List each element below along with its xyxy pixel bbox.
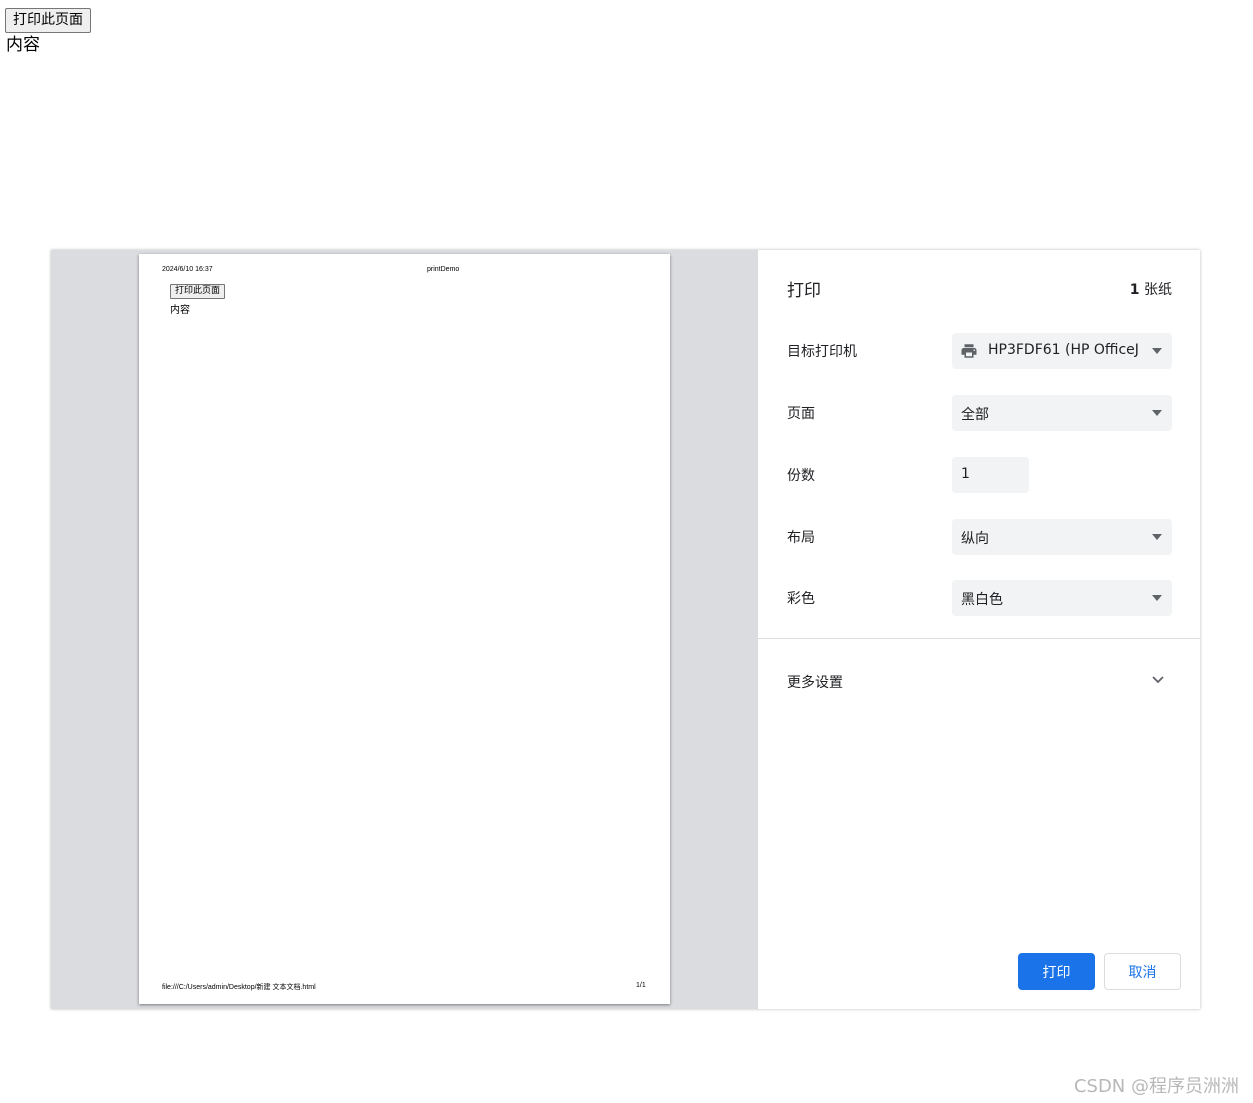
copies-label: 份数 [787, 468, 815, 484]
pages-label: 页面 [787, 406, 815, 422]
pages-select[interactable]: 全部 [952, 395, 1172, 431]
pages-value: 全部 [961, 407, 989, 423]
preview-footer-page: 1/1 [636, 982, 646, 989]
settings-title: 打印 [787, 281, 821, 301]
sheet-count-unit: 张纸 [1139, 282, 1172, 298]
dropdown-caret-icon [1152, 534, 1162, 540]
dropdown-caret-icon [1152, 595, 1162, 601]
print-button[interactable]: 打印 [1018, 953, 1095, 990]
watermark: CSDN @程序员洲洲 [1073, 1076, 1239, 1097]
layout-select[interactable]: 纵向 [952, 519, 1172, 555]
page-content-text: 内容 [6, 35, 40, 55]
chevron-down-icon[interactable] [1151, 675, 1165, 685]
destination-select[interactable]: HP3FDF61 (HP OfficeJet [952, 333, 1172, 369]
color-value: 黑白色 [961, 592, 1003, 608]
preview-header-title: printDemo [427, 266, 460, 273]
dropdown-caret-icon [1152, 410, 1162, 416]
dropdown-caret-icon [1152, 348, 1162, 354]
cancel-button[interactable]: 取消 [1104, 953, 1181, 990]
layout-label: 布局 [787, 530, 815, 546]
color-label: 彩色 [787, 591, 815, 607]
more-settings-toggle[interactable]: 更多设置 [787, 672, 843, 692]
print-preview-area[interactable]: 2024/6/10 16:37 printDemo 打印此页面 内容 file:… [51, 250, 758, 1009]
settings-divider [758, 638, 1200, 639]
preview-content-text: 内容 [170, 305, 190, 316]
preview-footer-path: file:///C:/Users/admin/Desktop/新建 文本文档.h… [162, 984, 316, 991]
copies-input[interactable]: 1 [952, 457, 1029, 493]
print-dialog: 2024/6/10 16:37 printDemo 打印此页面 内容 file:… [51, 250, 1200, 1009]
preview-header-date: 2024/6/10 16:37 [162, 266, 213, 273]
color-select[interactable]: 黑白色 [952, 580, 1172, 616]
layout-value: 纵向 [961, 531, 989, 547]
preview-paper: 2024/6/10 16:37 printDemo 打印此页面 内容 file:… [139, 254, 670, 1004]
destination-label: 目标打印机 [787, 344, 857, 360]
sheet-count-number: 1 [1129, 282, 1140, 298]
page-print-button[interactable]: 打印此页面 [5, 8, 91, 33]
sheet-count: 1 张纸 [1130, 279, 1172, 299]
destination-value: HP3FDF61 (HP OfficeJet [988, 342, 1138, 358]
printer-icon [961, 344, 977, 358]
print-settings-panel: 打印 1 张纸 目标打印机 HP3FDF61 (HP OfficeJet 页面 … [758, 250, 1200, 1009]
preview-print-button: 打印此页面 [170, 284, 226, 299]
